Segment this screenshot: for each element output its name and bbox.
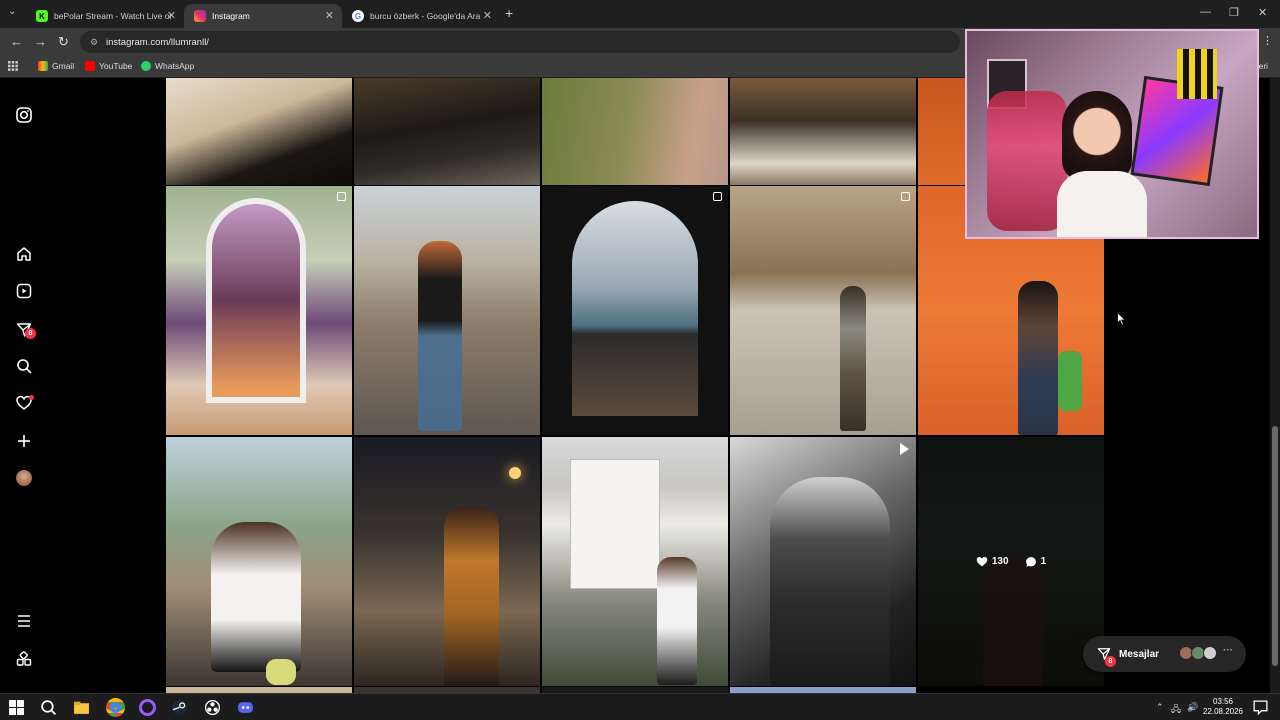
comments-stat: 1 xyxy=(1025,556,1047,568)
page-scrollbar[interactable] xyxy=(1270,78,1280,693)
streamer-webcam-overlay xyxy=(965,29,1259,239)
post-thumbnail[interactable] xyxy=(542,186,728,435)
clock-time: 03:56 xyxy=(1212,697,1234,706)
browser-menu-icon[interactable]: ⋮ xyxy=(1262,34,1273,47)
new-tab-button[interactable]: + xyxy=(505,5,513,21)
more-conversations-icon: ··· xyxy=(1223,645,1233,656)
browser-tab-bar: ⌄ K bePolar Stream - Watch Live or ✕ Ins… xyxy=(0,0,1280,28)
windows-taskbar: ⌃ 🖧 🔊 03:56 22.08.2026 xyxy=(0,693,1280,720)
also-from-meta-icon[interactable] xyxy=(16,651,32,667)
likes-count: 130 xyxy=(991,556,1009,567)
steam-icon[interactable] xyxy=(171,699,188,716)
more-menu-icon[interactable] xyxy=(16,613,32,629)
notifications-center-icon[interactable] xyxy=(1252,699,1269,716)
windows-start-icon[interactable] xyxy=(8,699,25,716)
post-thumbnail[interactable] xyxy=(166,78,352,185)
post-thumbnail[interactable] xyxy=(542,78,728,185)
post-thumbnail[interactable] xyxy=(542,437,728,686)
tab-search-chevron-icon[interactable]: ⌄ xyxy=(8,6,16,17)
messages-pill[interactable]: 8 Mesajlar ··· xyxy=(1083,636,1246,672)
discord-icon[interactable] xyxy=(237,699,254,716)
create-icon[interactable] xyxy=(16,433,32,449)
system-clock[interactable]: 03:56 22.08.2026 xyxy=(1198,697,1248,717)
post-thumbnail[interactable] xyxy=(166,186,352,435)
close-tab-icon[interactable]: ✕ xyxy=(325,9,334,22)
post-thumbnail[interactable] xyxy=(354,78,540,185)
chrome-icon[interactable] xyxy=(106,698,125,717)
tab-title: Instagram xyxy=(212,11,250,21)
instagram-icon xyxy=(194,10,206,22)
reel-icon xyxy=(900,443,909,455)
volume-icon[interactable]: 🔊 xyxy=(1187,702,1198,713)
mouse-cursor xyxy=(1117,312,1126,326)
search-icon[interactable] xyxy=(16,358,32,374)
url-text: instagram.com/llumranll/ xyxy=(106,36,209,48)
reload-icon[interactable]: ↻ xyxy=(58,34,69,50)
file-explorer-icon[interactable] xyxy=(73,699,90,716)
home-icon[interactable] xyxy=(16,246,32,262)
network-icon[interactable]: 🖧 xyxy=(1171,702,1181,718)
tray-overflow-icon[interactable]: ⌃ xyxy=(1156,702,1164,713)
tab-google-search[interactable]: G burcu özberk - Google'da Ara ✕ xyxy=(342,4,500,28)
minimize-icon[interactable]: — xyxy=(1200,6,1211,18)
post-thumbnail-hovered[interactable]: 130 1 xyxy=(918,437,1104,686)
comment-icon xyxy=(1025,556,1036,567)
tab-bepolar[interactable]: K bePolar Stream - Watch Live or ✕ xyxy=(26,4,184,28)
close-tab-icon[interactable]: ✕ xyxy=(167,9,176,22)
tab-instagram[interactable]: Instagram ✕ xyxy=(184,4,342,28)
post-thumbnail[interactable] xyxy=(730,437,916,686)
youtube-icon xyxy=(85,61,95,71)
messages-badge: 8 xyxy=(25,328,36,339)
gmail-icon xyxy=(38,61,48,71)
close-window-icon[interactable]: ✕ xyxy=(1258,6,1267,19)
post-thumbnail[interactable] xyxy=(730,186,916,435)
close-tab-icon[interactable]: ✕ xyxy=(483,9,492,22)
app-icon[interactable] xyxy=(139,699,156,716)
post-thumbnail[interactable] xyxy=(730,78,916,185)
conversation-avatar xyxy=(1203,646,1217,660)
post-thumbnail[interactable] xyxy=(166,437,352,686)
clock-date: 22.08.2026 xyxy=(1202,707,1244,716)
bookmark-whatsapp[interactable]: WhatsApp xyxy=(141,61,194,71)
bookmark-youtube[interactable]: YouTube xyxy=(85,61,132,71)
kick-icon: K xyxy=(36,10,48,22)
instagram-logo-icon[interactable] xyxy=(16,107,32,123)
profile-post-grid: 130 1 xyxy=(166,78,1104,693)
tab-title: burcu özberk - Google'da Ara xyxy=(370,11,481,21)
bookmark-label: Gmail xyxy=(52,61,75,71)
carousel-icon xyxy=(901,192,910,201)
comments-count: 1 xyxy=(1040,556,1047,567)
whatsapp-icon xyxy=(141,61,151,71)
carousel-icon xyxy=(337,192,346,201)
bookmark-gmail[interactable]: Gmail xyxy=(38,61,74,71)
post-thumbnail[interactable] xyxy=(354,437,540,686)
instagram-sidebar: 8 xyxy=(0,78,48,693)
post-hover-stats: 130 1 xyxy=(918,437,1104,686)
heart-icon xyxy=(976,557,988,567)
apps-grid-icon[interactable] xyxy=(8,61,18,71)
scrollbar-thumb[interactable] xyxy=(1272,426,1278,666)
forward-icon[interactable]: → xyxy=(34,34,47,49)
google-icon: G xyxy=(352,10,364,22)
profile-avatar[interactable] xyxy=(16,470,32,486)
notifications-dot xyxy=(29,395,34,400)
reels-icon[interactable] xyxy=(16,283,32,299)
restore-icon[interactable]: ❐ xyxy=(1229,6,1239,19)
messages-pill-badge: 8 xyxy=(1105,656,1116,667)
address-bar[interactable]: ⚙ instagram.com/llumranll/ xyxy=(80,31,960,53)
site-info-icon[interactable]: ⚙ xyxy=(90,37,100,47)
bookmark-label: YouTube xyxy=(99,61,133,71)
likes-stat: 130 xyxy=(976,556,1009,567)
obs-icon[interactable] xyxy=(204,699,221,716)
search-icon[interactable] xyxy=(40,699,57,716)
carousel-icon xyxy=(713,192,722,201)
back-icon[interactable]: ← xyxy=(10,34,23,49)
bookmark-label: WhatsApp xyxy=(155,61,195,71)
messages-pill-label: Mesajlar xyxy=(1119,648,1160,660)
tab-title: bePolar Stream - Watch Live or xyxy=(54,11,173,21)
post-thumbnail[interactable] xyxy=(354,186,540,435)
